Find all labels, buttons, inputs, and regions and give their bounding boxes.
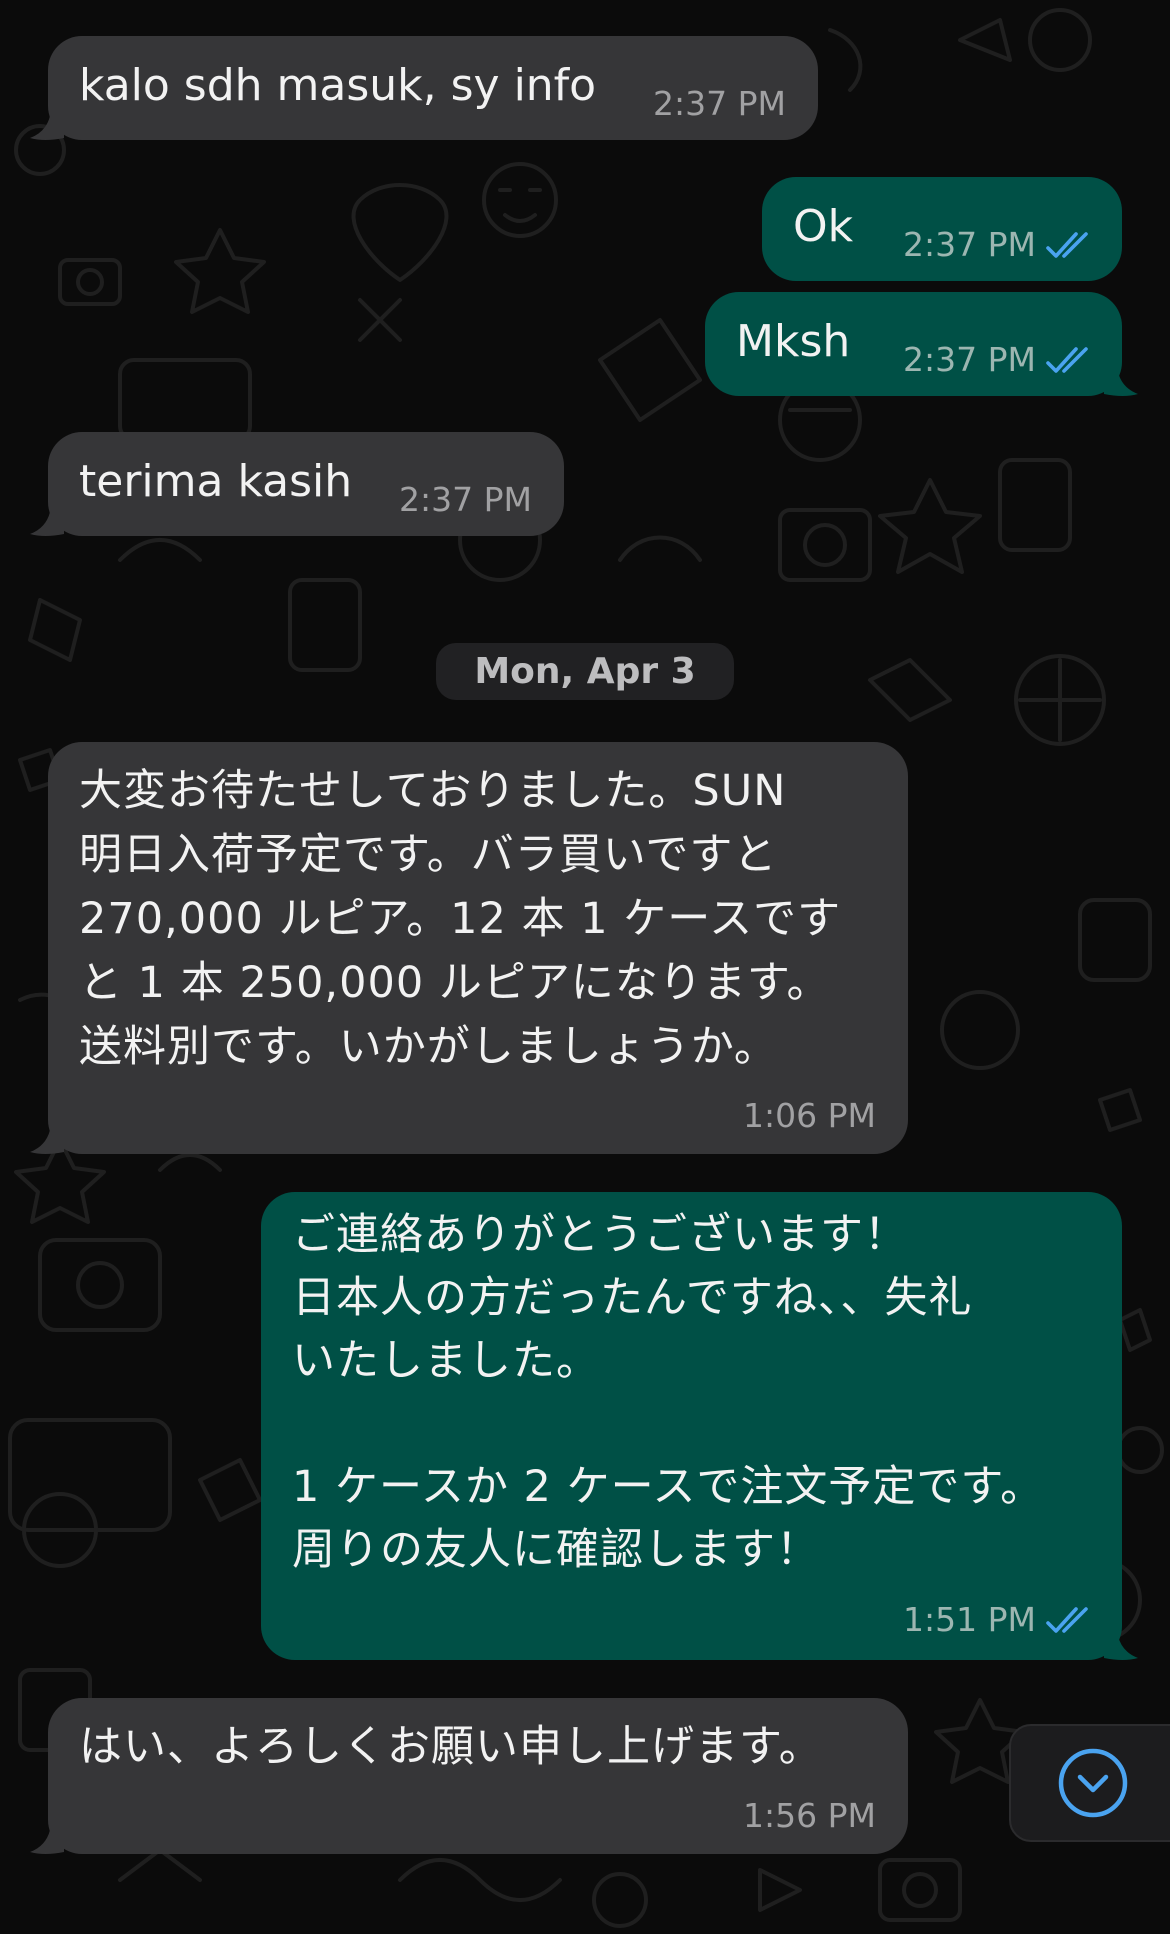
message-timestamp: 1:06 PM	[743, 1096, 876, 1135]
message-line: 周りの友人に確認します！	[292, 1525, 820, 1575]
message-bubble-incoming[interactable]: kalo sdh masuk, sy info 2:37 PM	[48, 36, 818, 140]
message-line: ご連絡ありがとうございます！	[292, 1210, 908, 1260]
message-text: Mksh	[736, 316, 851, 367]
scroll-to-bottom-button[interactable]	[1009, 1724, 1170, 1842]
bubble-tail	[1104, 1636, 1138, 1660]
message-line: 送料別です。いかがしましょうか。	[79, 1022, 778, 1072]
read-receipt-icon	[1046, 1607, 1088, 1633]
message-bubble-outgoing[interactable]: ご連絡ありがとうございます！ 日本人の方だったんですね、、失礼 いたしました。 …	[261, 1192, 1122, 1660]
message-timestamp: 2:37 PM	[653, 84, 786, 123]
message-line: 日本人の方だったんですね、、失礼	[292, 1273, 973, 1323]
message-text: kalo sdh masuk, sy info	[79, 60, 597, 111]
message-bubble-incoming[interactable]: はい、よろしくお願い申し上げます。 1:56 PM	[48, 1698, 908, 1854]
bubble-tail	[30, 1130, 64, 1154]
read-receipt-icon	[1046, 347, 1088, 373]
read-receipt-icon	[1046, 232, 1088, 258]
message-text: はい、よろしくお願い申し上げます。	[79, 1722, 823, 1772]
message-line: 270,000 ルピア。12 本 1 ケースです	[79, 894, 842, 944]
bubble-tail	[30, 512, 64, 536]
message-line: と 1 本 250,000 ルピアになります。	[79, 958, 831, 1008]
message-line: 大変お待たせしておりました。SUN	[79, 766, 787, 816]
message-line: 明日入荷予定です。バラ買いですと	[79, 830, 778, 880]
message-bubble-outgoing[interactable]: Ok 2:37 PM	[762, 177, 1122, 281]
bubble-tail	[30, 116, 64, 140]
message-line: いたしました。	[292, 1336, 600, 1386]
bubble-tail	[1104, 372, 1138, 396]
message-timestamp: 2:37 PM	[903, 340, 1036, 379]
message-timestamp: 2:37 PM	[399, 480, 532, 519]
message-text: terima kasih	[79, 456, 353, 507]
message-timestamp: 1:51 PM	[903, 1600, 1036, 1639]
message-bubble-incoming[interactable]: terima kasih 2:37 PM	[48, 432, 564, 536]
message-timestamp: 1:56 PM	[743, 1796, 876, 1835]
message-bubble-outgoing[interactable]: Mksh 2:37 PM	[705, 292, 1122, 396]
chat-view[interactable]: kalo sdh masuk, sy info 2:37 PM Ok 2:37 …	[0, 0, 1170, 1934]
message-text: Ok	[793, 201, 854, 252]
bubble-tail	[30, 1830, 64, 1854]
message-bubble-incoming[interactable]: 大変お待たせしておりました。SUN 明日入荷予定です。バラ買いですと 270,0…	[48, 742, 908, 1154]
message-timestamp: 2:37 PM	[903, 225, 1036, 264]
date-separator: Mon, Apr 3	[436, 643, 734, 700]
message-line: 1 ケースか 2 ケースで注文予定です。	[292, 1462, 1045, 1512]
chevron-down-circle-icon	[1058, 1748, 1128, 1818]
